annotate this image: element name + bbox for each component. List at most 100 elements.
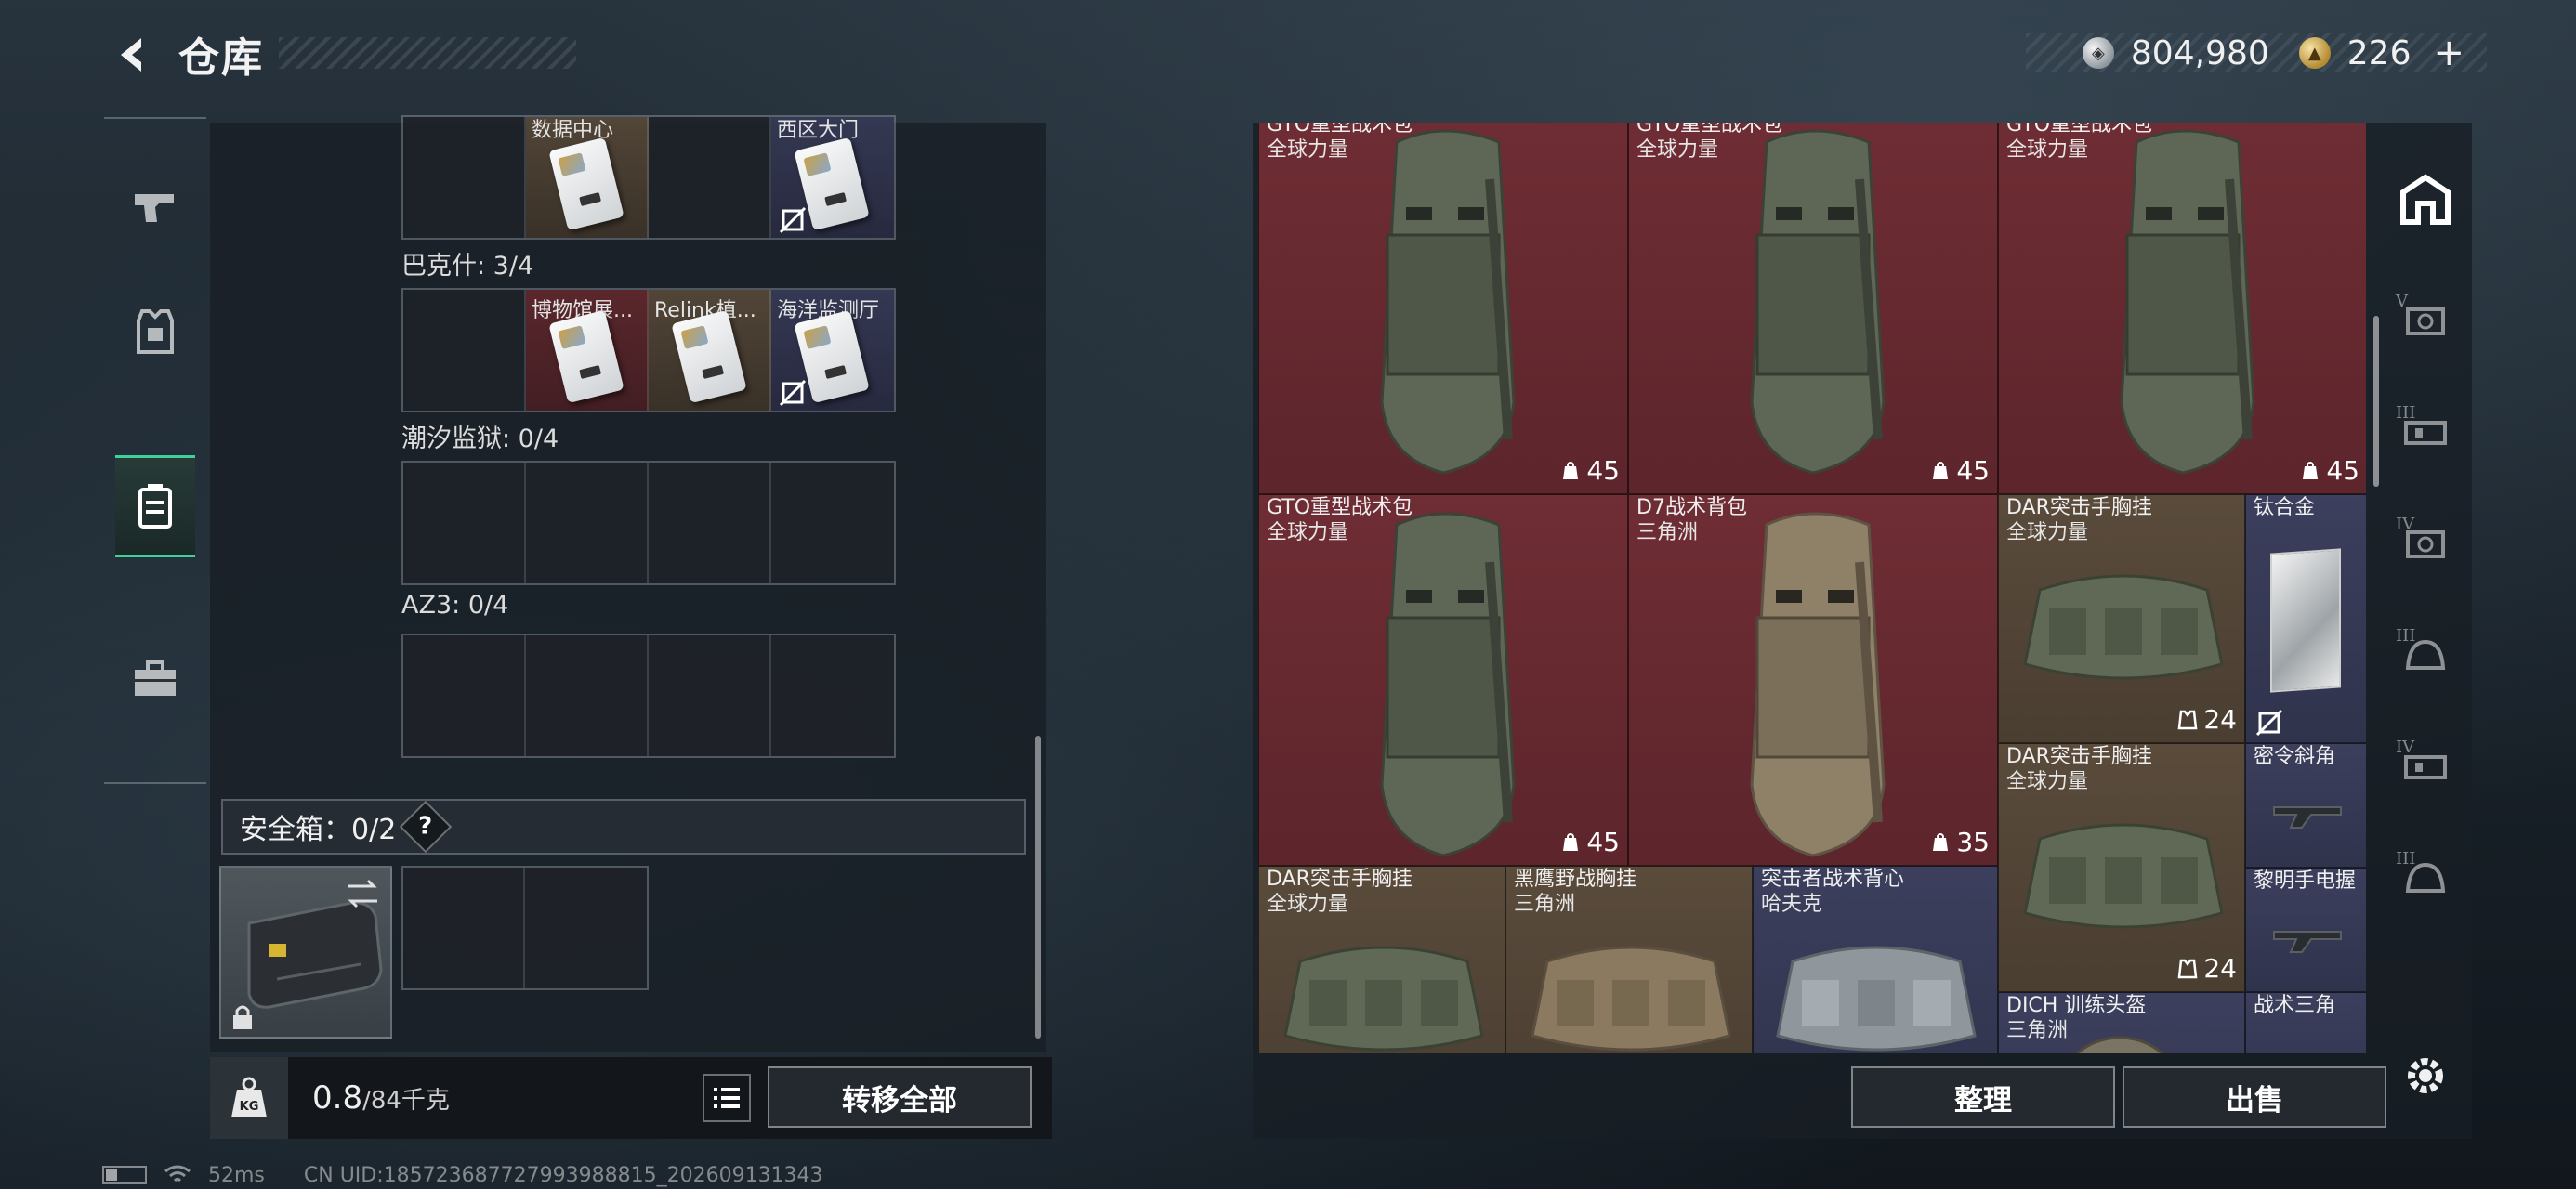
tab-keys[interactable] bbox=[115, 455, 195, 557]
swap-icon[interactable] bbox=[344, 877, 381, 910]
left-scrollbar[interactable] bbox=[1035, 736, 1041, 1039]
inventory-item[interactable]: 战术三角 bbox=[2245, 992, 2366, 1053]
bag-icon bbox=[2303, 461, 2319, 479]
map-label-az3: AZ3: 0/4 bbox=[401, 591, 509, 620]
key-slot[interactable] bbox=[649, 635, 771, 756]
sell-button[interactable]: 出售 bbox=[2123, 1066, 2386, 1128]
inventory-item[interactable]: 钛合金 bbox=[2245, 494, 2366, 743]
filter-armor-v[interactable]: V bbox=[2388, 279, 2463, 362]
silver-coin-icon: ◈ bbox=[2082, 37, 2114, 69]
inventory-item[interactable]: 突击者战术背心 哈夫克 bbox=[1753, 866, 1998, 1053]
tier-label: IV bbox=[2396, 738, 2415, 757]
key-slot-row-bakhsh: 博物馆展... Relink植... 海洋监测厅 bbox=[401, 288, 896, 412]
backpack-icon bbox=[1750, 512, 1886, 857]
help-button[interactable]: ? bbox=[399, 800, 453, 854]
bag-icon bbox=[1563, 832, 1579, 851]
key-slot[interactable] bbox=[771, 463, 894, 583]
no-trade-icon bbox=[779, 379, 807, 407]
key-slot[interactable]: Relink植... bbox=[649, 290, 771, 411]
item-name: 突击者战术背心 bbox=[1761, 868, 1905, 891]
item-name: D7战术背包 bbox=[1636, 496, 1747, 519]
system-status-bar: 52ms CN UID:185723687727993988815_202609… bbox=[102, 1161, 823, 1189]
tab-supplies[interactable] bbox=[115, 628, 195, 730]
top-header: 仓库 ◈ 804,980 ▲ 226 + bbox=[0, 0, 2576, 111]
key-slot[interactable]: 数据中心 bbox=[526, 117, 649, 238]
sort-button[interactable]: 整理 bbox=[1851, 1066, 2115, 1128]
capacity-value: 45 bbox=[2326, 455, 2359, 486]
safebox-container[interactable] bbox=[219, 866, 392, 1039]
safebox-header: 安全箱：0/2 ? bbox=[221, 799, 1026, 855]
key-slot[interactable]: 博物馆展... bbox=[526, 290, 649, 411]
toolbox-icon bbox=[135, 660, 176, 696]
item-name: DAR突击手胸挂 bbox=[1267, 868, 1413, 891]
grip-icon bbox=[2270, 1051, 2345, 1053]
inventory-item[interactable]: DICH 训练头盔 三角洲 bbox=[1998, 992, 2245, 1053]
user-uid: CN UID:185723687727993988815_20260913134… bbox=[303, 1163, 823, 1187]
key-slot[interactable] bbox=[649, 117, 771, 238]
inventory-item[interactable]: GTO重型战术包 全球力量 45 bbox=[1258, 494, 1628, 866]
key-slot[interactable] bbox=[526, 635, 649, 756]
inventory-item[interactable]: 密令斜角 bbox=[2245, 743, 2366, 868]
safebox-slot[interactable] bbox=[403, 868, 525, 988]
keycard-icon bbox=[548, 309, 624, 404]
key-slot[interactable] bbox=[771, 635, 894, 756]
chest-rig-icon bbox=[2023, 574, 2224, 680]
capacity-value: 35 bbox=[1956, 827, 1990, 857]
tab-weapons[interactable] bbox=[115, 156, 195, 258]
keycard-bag-icon bbox=[138, 484, 172, 529]
map-label-tidal-prison: 潮汐监狱: 0/4 bbox=[401, 425, 559, 453]
inventory-item[interactable]: 黎明手电握 bbox=[2245, 868, 2366, 992]
keycard-icon bbox=[671, 309, 747, 404]
silver-coin-amount: 804,980 bbox=[2130, 33, 2269, 72]
filter-armor-iv[interactable]: IV bbox=[2388, 502, 2463, 585]
back-button[interactable] bbox=[104, 28, 160, 82]
ping-value: 52ms bbox=[208, 1163, 265, 1187]
slots-badge: 24 bbox=[2177, 704, 2237, 735]
tier-label: III bbox=[2396, 626, 2416, 646]
titanium-plate-icon bbox=[2270, 548, 2341, 693]
safebox-slot[interactable] bbox=[525, 868, 647, 988]
armor-icon bbox=[2406, 307, 2445, 335]
settings-button[interactable] bbox=[2398, 1048, 2453, 1104]
inventory-item[interactable]: GTO重型战术包 全球力量 45 bbox=[1628, 123, 1998, 494]
key-slot[interactable] bbox=[526, 463, 649, 583]
capacity-value: 45 bbox=[1586, 455, 1620, 486]
tab-equipment[interactable] bbox=[115, 281, 195, 383]
weight-current: 0.8 bbox=[312, 1079, 363, 1117]
lock-icon bbox=[233, 1005, 252, 1029]
pistol-icon bbox=[135, 194, 174, 222]
filter-rig-iii[interactable]: III bbox=[2388, 390, 2463, 474]
filter-helmet-iii-b[interactable]: III bbox=[2388, 836, 2463, 920]
key-slot[interactable]: 西区大门 bbox=[771, 117, 894, 238]
grip-icon bbox=[2273, 806, 2342, 829]
transfer-all-button[interactable]: 转移全部 bbox=[768, 1066, 1032, 1128]
key-slot[interactable] bbox=[649, 463, 771, 583]
inventory-item[interactable]: GTO重型战术包 全球力量 45 bbox=[1998, 123, 2366, 494]
inventory-item[interactable]: GTO重型战术包 全球力量 45 bbox=[1258, 123, 1628, 494]
warehouse-footer-bar: 整理 出售 bbox=[1253, 1057, 2472, 1139]
key-slot[interactable] bbox=[403, 290, 526, 411]
key-slot[interactable] bbox=[403, 463, 526, 583]
keycard-icon bbox=[548, 137, 624, 231]
key-slot[interactable]: 海洋监测厅 bbox=[771, 290, 894, 411]
list-view-button[interactable] bbox=[703, 1074, 751, 1122]
item-name: 密令斜角 bbox=[2254, 745, 2336, 768]
item-name: 黑鹰野战胸挂 bbox=[1514, 868, 1637, 891]
no-trade-icon bbox=[779, 206, 807, 234]
currency-bar: ◈ 804,980 ▲ 226 + bbox=[2026, 32, 2487, 74]
filter-helmet-iii[interactable]: III bbox=[2388, 613, 2463, 697]
key-slot[interactable] bbox=[403, 117, 526, 238]
add-currency-button[interactable]: + bbox=[2433, 32, 2464, 74]
filter-all[interactable] bbox=[2388, 158, 2463, 242]
tier-label: III bbox=[2396, 403, 2416, 423]
inventory-item[interactable]: 黑鹰野战胸挂 三角洲 bbox=[1505, 866, 1753, 1053]
item-faction: 全球力量 bbox=[2006, 770, 2089, 793]
inventory-item[interactable]: DAR突击手胸挂 全球力量 24 bbox=[1998, 494, 2245, 743]
filter-rig-iv[interactable]: IV bbox=[2388, 725, 2463, 808]
key-slot[interactable] bbox=[403, 635, 526, 756]
inventory-item[interactable]: D7战术背包 三角洲 35 bbox=[1628, 494, 1998, 866]
inventory-item[interactable]: DAR突击手胸挂 全球力量 bbox=[1258, 866, 1505, 1053]
tactical-vest-icon bbox=[1776, 946, 1977, 1052]
item-faction: 全球力量 bbox=[2006, 521, 2089, 544]
inventory-item[interactable]: DAR突击手胸挂 全球力量 24 bbox=[1998, 743, 2245, 992]
